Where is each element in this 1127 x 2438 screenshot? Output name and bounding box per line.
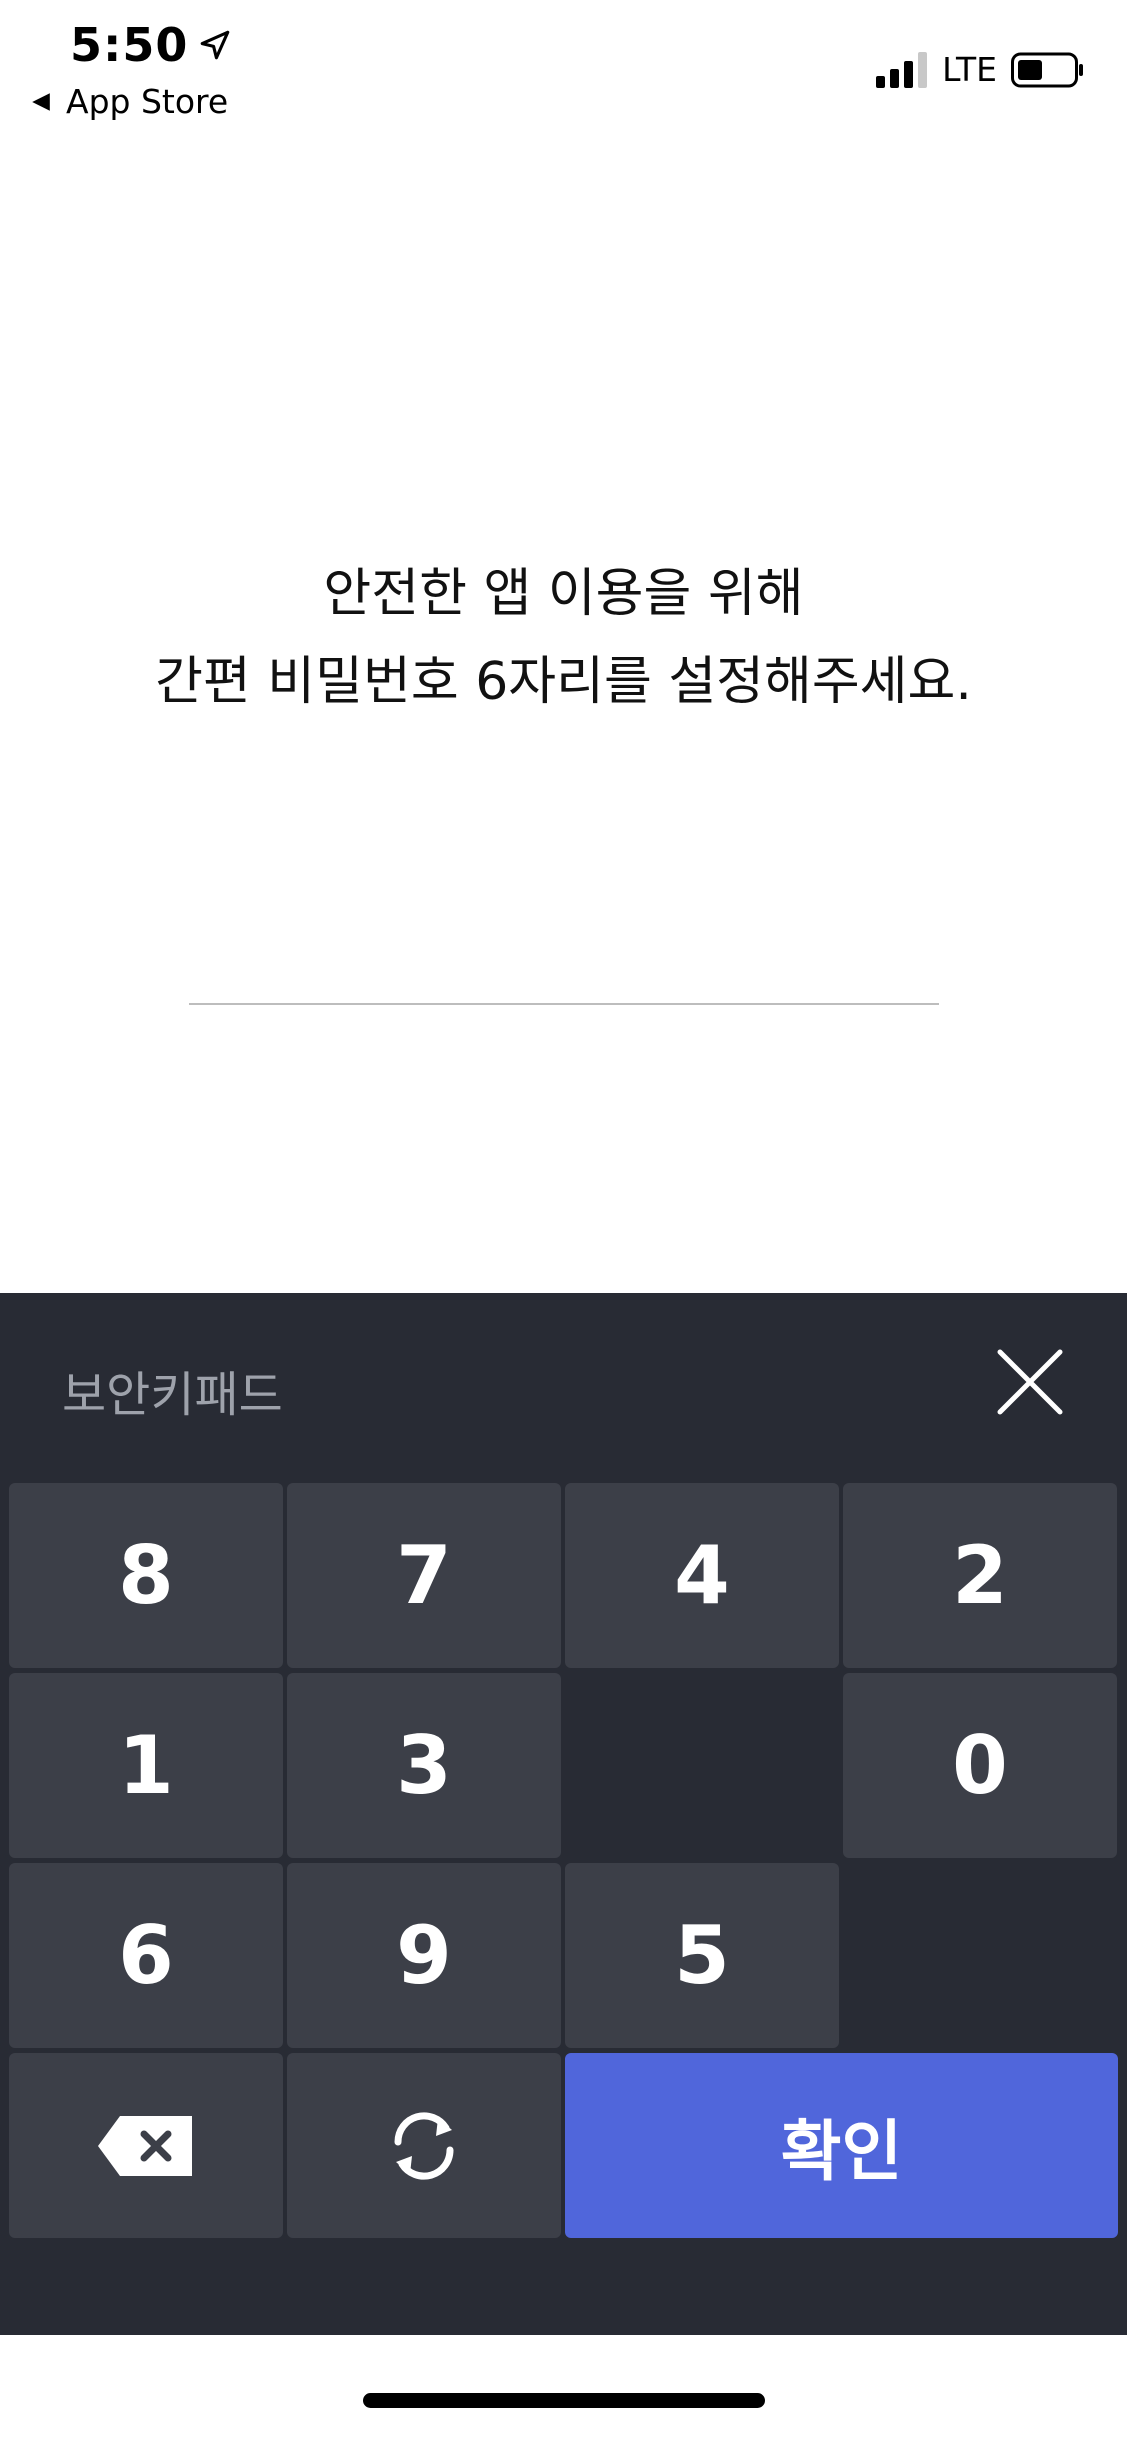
key-3[interactable]: 3 [287, 1673, 561, 1858]
status-time: 5:50 [70, 18, 232, 72]
screen: 5:50 App Store LTE 안전한 앱 이용을 위해 간편 비밀번호 … [0, 0, 1127, 2438]
close-keypad-button[interactable] [990, 1342, 1070, 1422]
key-5[interactable]: 5 [565, 1863, 839, 2048]
status-time-text: 5:50 [70, 18, 189, 72]
refresh-icon [394, 2111, 454, 2180]
key-9[interactable]: 9 [287, 1863, 561, 2048]
battery-icon [1011, 52, 1083, 87]
pin-setup-prompt: 안전한 앱 이용을 위해 간편 비밀번호 6자리를 설정해주세요. [0, 550, 1127, 726]
status-indicators: LTE [876, 50, 1085, 89]
back-triangle-icon [32, 92, 50, 111]
pin-input-underline[interactable] [189, 1003, 939, 1005]
location-arrow-icon [201, 30, 230, 60]
key-1[interactable]: 1 [9, 1673, 283, 1858]
key-0[interactable]: 0 [843, 1673, 1117, 1858]
signal-bars-icon [876, 51, 928, 88]
key-6[interactable]: 6 [9, 1863, 283, 2048]
key-2[interactable]: 2 [843, 1483, 1117, 1668]
prompt-line-2: 간편 비밀번호 6자리를 설정해주세요. [155, 652, 972, 712]
network-type: LTE [942, 50, 997, 89]
secure-keypad: 보안키패드 8 7 4 2 1 3 0 6 9 5 확인 [0, 1293, 1127, 2335]
close-icon [997, 1349, 1063, 1415]
backspace-icon [98, 2115, 192, 2176]
back-to-app-store[interactable]: App Store [30, 82, 228, 121]
key-7[interactable]: 7 [287, 1483, 561, 1668]
key-8[interactable]: 8 [9, 1483, 283, 1668]
confirm-button[interactable]: 확인 [565, 2053, 1118, 2238]
prompt-line-1: 안전한 앱 이용을 위해 [323, 564, 804, 624]
back-label: App Store [66, 82, 229, 121]
shuffle-keys-button[interactable] [287, 2053, 561, 2238]
home-indicator [363, 2393, 765, 2408]
keypad-title: 보안키패드 [62, 1367, 283, 1423]
backspace-button[interactable] [9, 2053, 283, 2238]
key-4[interactable]: 4 [565, 1483, 839, 1668]
